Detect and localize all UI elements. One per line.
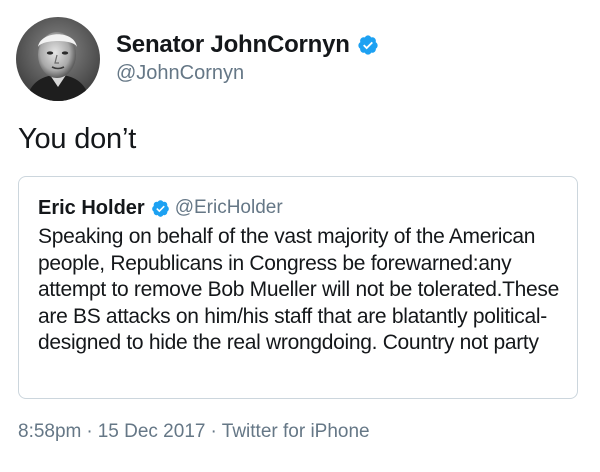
author-display-name[interactable]: Senator JohnCornyn (116, 31, 350, 59)
meta-separator: · (86, 421, 93, 442)
tweet-time[interactable]: 8:58pm (18, 421, 81, 443)
author-avatar[interactable] (16, 17, 100, 101)
author-name-row: Senator JohnCornyn (116, 30, 379, 60)
quoted-author-handle: @EricHolder (174, 197, 283, 218)
meta-separator: · (210, 421, 217, 442)
quoted-author-name: Eric Holder (38, 196, 145, 219)
tweet-source[interactable]: Twitter for iPhone (222, 421, 370, 443)
quoted-tweet-header: Eric Holder @EricHolder (38, 195, 283, 221)
quoted-tweet-text: Speaking on behalf of the vast majority … (38, 225, 560, 354)
user-avatar-photo-icon (16, 17, 100, 101)
tweet-date[interactable]: 15 Dec 2017 (98, 421, 206, 443)
verified-badge-icon (151, 199, 170, 218)
tweet-text: You don’t (18, 123, 137, 155)
tweet-meta: 8:58pm · 15 Dec 2017 · Twitter for iPhon… (18, 421, 370, 443)
verified-badge-icon (357, 34, 379, 56)
quoted-tweet[interactable]: Eric Holder @EricHolder Speaking on beha… (18, 176, 578, 399)
author-info: Senator JohnCornyn @JohnCornyn (116, 30, 379, 85)
tweet-card: Senator JohnCornyn @JohnCornyn You don’t… (0, 0, 600, 472)
author-handle[interactable]: @JohnCornyn (116, 62, 379, 85)
